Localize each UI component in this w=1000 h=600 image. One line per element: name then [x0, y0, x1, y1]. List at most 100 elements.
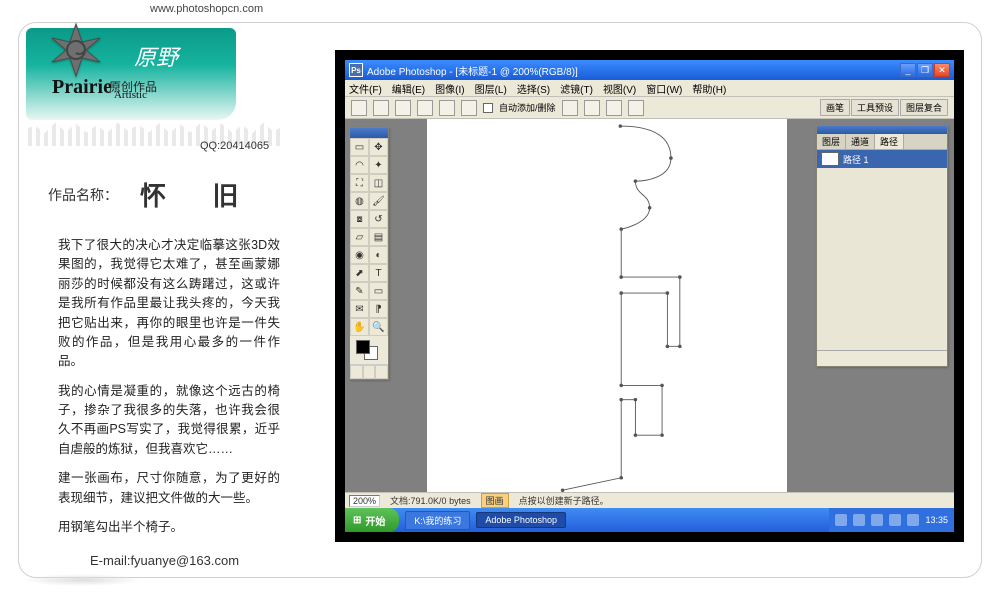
foreground-color[interactable]	[356, 340, 370, 354]
toolbox-header[interactable]	[350, 128, 388, 138]
doc-size: 文档:791.0K/0 bytes	[390, 494, 471, 507]
taskbar-item-photoshop[interactable]: Adobe Photoshop	[476, 512, 566, 528]
menu-view[interactable]: 视图(V)	[603, 81, 636, 96]
shape-tool[interactable]: ▭	[369, 282, 388, 300]
brand-sublabel: 原创作品	[109, 78, 157, 95]
menu-edit[interactable]: 编辑(E)	[392, 81, 425, 96]
pen-tool[interactable]: ✎	[350, 282, 369, 300]
eraser-tool[interactable]: ▱	[350, 228, 369, 246]
shape-layer-icon[interactable]	[373, 100, 389, 116]
hand-tool[interactable]: ✋	[350, 318, 369, 336]
menu-help[interactable]: 帮助(H)	[692, 81, 726, 96]
chair-pen-path	[427, 119, 787, 492]
marquee-tool[interactable]: ▭	[350, 138, 369, 156]
standard-mode-icon[interactable]	[350, 365, 363, 379]
description: 我下了很大的决心才决定临摹这张3D效果图的，我觉得它太难了，甚至画蒙娜丽莎的时候…	[58, 236, 280, 547]
paths-panel-header[interactable]	[817, 126, 947, 134]
menu-image[interactable]: 图像(I)	[435, 81, 464, 96]
menu-file[interactable]: 文件(F)	[349, 81, 382, 96]
options-bar: 自动添加/删除 画笔 工具预设 图层复合	[345, 97, 954, 119]
auto-add-delete-label: 自动添加/删除	[499, 101, 556, 114]
brush-tool[interactable]: 🖌	[369, 192, 388, 210]
heal-tool[interactable]: ◍	[350, 192, 369, 210]
pen-icon[interactable]	[439, 100, 455, 116]
crop-tool[interactable]: ⛶	[350, 174, 369, 192]
notes-tool[interactable]: ✉	[350, 300, 369, 318]
canvas[interactable]	[427, 119, 787, 492]
combine-icon[interactable]	[562, 100, 578, 116]
menu-filter[interactable]: 滤镜(T)	[560, 81, 593, 96]
qq-number: QQ:20414065	[200, 140, 269, 152]
exclude-icon[interactable]	[628, 100, 644, 116]
color-swatches[interactable]	[350, 336, 388, 364]
spiral-star-icon	[46, 20, 106, 80]
status-tip: 点按以创建新子路径。	[519, 494, 609, 507]
path-select-tool[interactable]: ⬈	[350, 264, 369, 282]
windows-taskbar: ⊞ 开始 K:\我的练习 Adobe Photoshop 13:35	[345, 508, 954, 532]
email-address: E-mail:fyuanye@163.com	[90, 553, 239, 568]
system-tray: 13:35	[829, 508, 954, 532]
eyedropper-tool[interactable]: ⁋	[369, 300, 388, 318]
blur-tool[interactable]: ◉	[350, 246, 369, 264]
path-thumbnail	[821, 152, 839, 166]
site-url: www.photoshopcn.com	[150, 3, 263, 15]
zoom-field[interactable]: 200%	[349, 495, 380, 507]
close-button[interactable]: ✕	[934, 63, 950, 77]
paths-list[interactable]: 路径 1	[817, 150, 947, 350]
dock-tab-brushes[interactable]: 画笔	[820, 99, 850, 116]
tray-icon[interactable]	[907, 514, 919, 526]
move-tool[interactable]: ✥	[369, 138, 388, 156]
path-name: 路径 1	[843, 153, 869, 166]
photoshop-window: Ps Adobe Photoshop - [未标题-1 @ 200%(RGB/8…	[345, 60, 954, 532]
start-label: 开始	[365, 513, 385, 528]
dock-tab-layercomps[interactable]: 图层复合	[900, 99, 948, 116]
pen-tool-icon[interactable]	[351, 100, 367, 116]
fullscreen-icon[interactable]	[375, 365, 388, 379]
minimize-button[interactable]: _	[900, 63, 916, 77]
title-label: 作品名称：	[48, 185, 118, 205]
paths-panel-footer	[817, 350, 947, 366]
status-bar: 200% 文档:791.0K/0 bytes 图画 点按以创建新子路径。	[345, 492, 954, 508]
intersect-icon[interactable]	[606, 100, 622, 116]
stamp-tool[interactable]: ⧇	[350, 210, 369, 228]
menu-layer[interactable]: 图层(L)	[475, 81, 507, 96]
tray-icon[interactable]	[889, 514, 901, 526]
fill-pixels-icon[interactable]	[417, 100, 433, 116]
taskbar-item-folder[interactable]: K:\我的练习	[405, 511, 470, 530]
desc-p2: 我的心情是凝重的，就像这个远古的椅子，掺杂了我很多的失落，也许我会很久不再画PS…	[58, 382, 280, 460]
paths-icon[interactable]	[395, 100, 411, 116]
path-item[interactable]: 路径 1	[817, 150, 947, 168]
maximize-button[interactable]: ❐	[917, 63, 933, 77]
subtract-icon[interactable]	[584, 100, 600, 116]
gradient-tool[interactable]: ▤	[369, 228, 388, 246]
tab-paths[interactable]: 路径	[875, 134, 904, 149]
tray-icon[interactable]	[871, 514, 883, 526]
slice-tool[interactable]: ◫	[369, 174, 388, 192]
lasso-tool[interactable]: ◠	[350, 156, 369, 174]
tray-icon[interactable]	[853, 514, 865, 526]
history-brush-tool[interactable]: ↺	[369, 210, 388, 228]
tab-layers[interactable]: 图层	[817, 134, 846, 149]
freeform-pen-icon[interactable]	[461, 100, 477, 116]
zoom-tool[interactable]: 🔍	[369, 318, 388, 336]
photoshop-app-icon: Ps	[349, 63, 363, 77]
wand-tool[interactable]: ✦	[369, 156, 388, 174]
menu-window[interactable]: 窗口(W)	[646, 81, 682, 96]
workspace: ▭✥ ◠✦ ⛶◫ ◍🖌 ⧇↺ ▱▤ ◉◐ ⬈T ✎▭ ✉⁋ ✋🔍	[345, 119, 954, 492]
menu-select[interactable]: 选择(S)	[517, 81, 550, 96]
tip-badge: 图画	[481, 493, 509, 508]
clock[interactable]: 13:35	[925, 515, 948, 525]
paths-panel: 图层 通道 路径 路径 1	[816, 125, 948, 367]
dodge-tool[interactable]: ◐	[369, 246, 388, 264]
desc-p4: 用钢笔勾出半个椅子。	[58, 518, 280, 537]
tray-icon[interactable]	[835, 514, 847, 526]
desc-p1: 我下了很大的决心才决定临摹这张3D效果图的，我觉得它太难了，甚至画蒙娜丽莎的时候…	[58, 236, 280, 372]
shadow-blob	[22, 574, 142, 586]
dock-tab-toolpresets[interactable]: 工具预设	[851, 99, 899, 116]
titlebar[interactable]: Ps Adobe Photoshop - [未标题-1 @ 200%(RGB/8…	[345, 60, 954, 80]
type-tool[interactable]: T	[369, 264, 388, 282]
auto-add-delete-checkbox[interactable]	[483, 103, 493, 113]
fullscreen-menu-icon[interactable]	[363, 365, 376, 379]
tab-channels[interactable]: 通道	[846, 134, 875, 149]
start-button[interactable]: ⊞ 开始	[345, 508, 399, 532]
